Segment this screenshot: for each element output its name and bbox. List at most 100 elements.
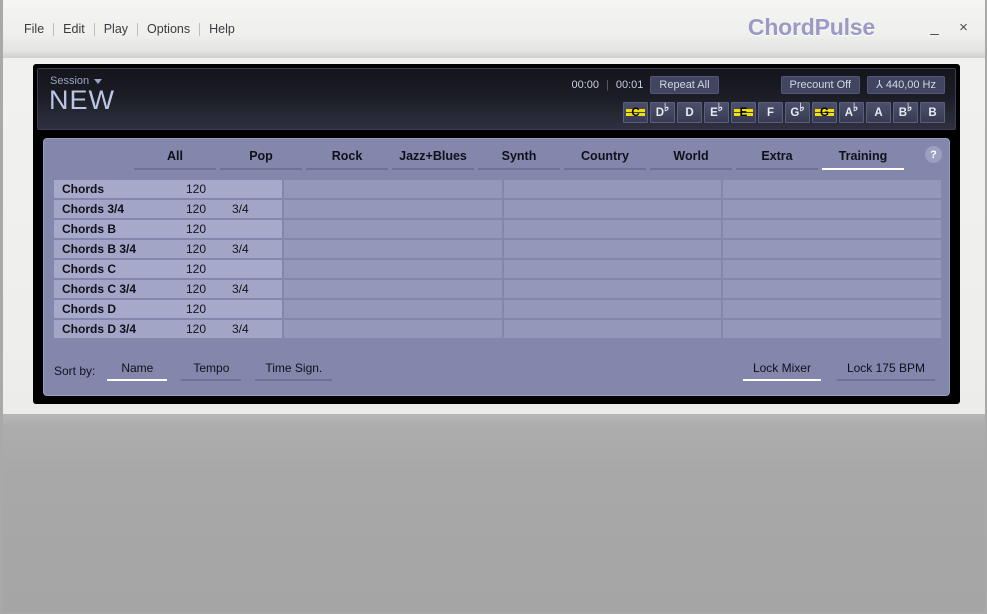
session-name: NEW	[49, 87, 115, 114]
style-row-empty-slot[interactable]	[504, 220, 722, 238]
style-row-empty-slot[interactable]	[284, 320, 502, 338]
style-row-cells: Chords D 3/41203/4	[54, 320, 282, 338]
chordpulse-window: File Edit Play Options Help ChordPulse _…	[0, 0, 987, 614]
style-row-empty-slot[interactable]	[284, 260, 502, 278]
lock-bar: Lock Mixer Lock 175 BPM	[727, 361, 935, 381]
tab-all[interactable]: All	[134, 149, 216, 170]
tuning-fork-icon: ⅄	[876, 78, 883, 92]
lock-lock-mixer[interactable]: Lock Mixer	[743, 361, 821, 381]
style-row-empty-slot[interactable]	[723, 220, 941, 238]
tuning-group: ⅄ 440,00 Hz	[876, 78, 936, 92]
style-row[interactable]: Chords D120	[54, 299, 941, 319]
app-logo: ChordPulse	[748, 14, 875, 41]
note-key-d[interactable]: D	[677, 102, 702, 123]
note-key-g-flat[interactable]: G♭	[785, 102, 810, 123]
style-row-empty-slot[interactable]	[723, 180, 941, 198]
style-time-signature: 3/4	[232, 282, 282, 296]
note-key-a[interactable]: A	[866, 102, 891, 123]
style-name: Chords 3/4	[54, 202, 186, 216]
minimize-button[interactable]: _	[927, 20, 942, 35]
tuning-button[interactable]: ⅄ 440,00 Hz	[867, 76, 945, 94]
style-row[interactable]: Chords C120	[54, 259, 941, 279]
style-row-empty-slot[interactable]	[284, 240, 502, 258]
note-key-label: D♭	[656, 107, 670, 119]
style-row-empty-slot[interactable]	[723, 300, 941, 318]
lock-lock-175-bpm[interactable]: Lock 175 BPM	[837, 361, 935, 381]
note-key-label: F	[767, 107, 774, 119]
style-row-empty-slot[interactable]	[723, 260, 941, 278]
style-row[interactable]: Chords 3/41203/4	[54, 199, 941, 219]
style-name: Chords C	[54, 262, 186, 276]
style-row-empty-slot[interactable]	[504, 280, 722, 298]
tab-country[interactable]: Country	[564, 149, 646, 170]
style-name: Chords D 3/4	[54, 322, 186, 336]
style-row-empty-slot[interactable]	[504, 240, 722, 258]
note-key-f[interactable]: F	[758, 102, 783, 123]
style-row[interactable]: Chords D 3/41203/4	[54, 319, 941, 339]
style-time-signature: 3/4	[232, 202, 282, 216]
style-row-empty-slot[interactable]	[504, 200, 722, 218]
style-row-empty-slot[interactable]	[284, 200, 502, 218]
style-tempo: 120	[186, 262, 232, 276]
note-key-c[interactable]: C	[623, 102, 648, 123]
style-row-empty-slot[interactable]	[504, 320, 722, 338]
note-key-e-flat[interactable]: E♭	[704, 102, 729, 123]
style-row-empty-slot[interactable]	[723, 280, 941, 298]
style-row-empty-slot[interactable]	[284, 220, 502, 238]
tab-pop[interactable]: Pop	[220, 149, 302, 170]
style-row-empty-slot[interactable]	[504, 180, 722, 198]
note-key-a-flat[interactable]: A♭	[839, 102, 864, 123]
menu-item-options[interactable]: Options	[138, 20, 199, 38]
note-key-label: E♭	[710, 107, 723, 119]
tab-rock[interactable]: Rock	[306, 149, 388, 170]
style-row-empty-slot[interactable]	[723, 240, 941, 258]
sort-by-time-sign-[interactable]: Time Sign.	[255, 361, 332, 381]
note-key-g[interactable]: G	[812, 102, 837, 123]
chevron-down-icon	[94, 79, 102, 84]
tab-world[interactable]: World	[650, 149, 732, 170]
tab-synth[interactable]: Synth	[478, 149, 560, 170]
time-elapsed: 00:00	[571, 79, 599, 91]
note-key-label: A♭	[845, 107, 859, 119]
style-time-signature: 3/4	[232, 322, 282, 336]
time-divider: |	[606, 79, 609, 91]
style-row-empty-slot[interactable]	[504, 300, 722, 318]
tab-jazz-blues[interactable]: Jazz+Blues	[392, 149, 474, 170]
sort-by-tempo[interactable]: Tempo	[181, 361, 241, 381]
note-key-b-flat[interactable]: B♭	[893, 102, 918, 123]
style-row-empty-slot[interactable]	[723, 320, 941, 338]
style-tempo: 120	[186, 202, 232, 216]
note-key-d-flat[interactable]: D♭	[650, 102, 675, 123]
sort-by-name[interactable]: Name	[107, 361, 167, 381]
style-row-empty-slot[interactable]	[504, 260, 722, 278]
style-tempo: 120	[186, 302, 232, 316]
time-total: 00:01	[616, 79, 644, 91]
menu-item-help[interactable]: Help	[200, 20, 244, 38]
style-row-cells: Chords C120	[54, 260, 282, 278]
style-name: Chords D	[54, 302, 186, 316]
style-row-empty-slot[interactable]	[284, 180, 502, 198]
style-row[interactable]: Chords B 3/41203/4	[54, 239, 941, 259]
title-bar: File Edit Play Options Help ChordPulse _…	[3, 0, 985, 58]
repeat-mode-button[interactable]: Repeat All	[650, 76, 718, 94]
help-icon[interactable]: ?	[925, 146, 942, 163]
menu-bar: File Edit Play Options Help	[15, 20, 244, 38]
menu-item-file[interactable]: File	[15, 20, 53, 38]
menu-item-play[interactable]: Play	[95, 20, 137, 38]
style-row[interactable]: Chords120	[54, 179, 941, 199]
close-button[interactable]: ×	[956, 20, 971, 35]
menu-item-edit[interactable]: Edit	[54, 20, 94, 38]
note-key-label: C	[631, 107, 639, 119]
style-row-empty-slot[interactable]	[723, 200, 941, 218]
tab-training[interactable]: Training	[822, 149, 904, 170]
style-row[interactable]: Chords B120	[54, 219, 941, 239]
tab-extra[interactable]: Extra	[736, 149, 818, 170]
style-row-empty-slot[interactable]	[284, 300, 502, 318]
style-row-empty-slot[interactable]	[284, 280, 502, 298]
note-key-e[interactable]: E	[731, 102, 756, 123]
style-category-tabs: AllPopRockJazz+BluesSynthCountryWorldExt…	[132, 149, 906, 170]
style-row[interactable]: Chords C 3/41203/4	[54, 279, 941, 299]
precount-button[interactable]: Precount Off	[781, 76, 861, 94]
note-key-b[interactable]: B	[920, 102, 945, 123]
style-tempo: 120	[186, 182, 232, 196]
